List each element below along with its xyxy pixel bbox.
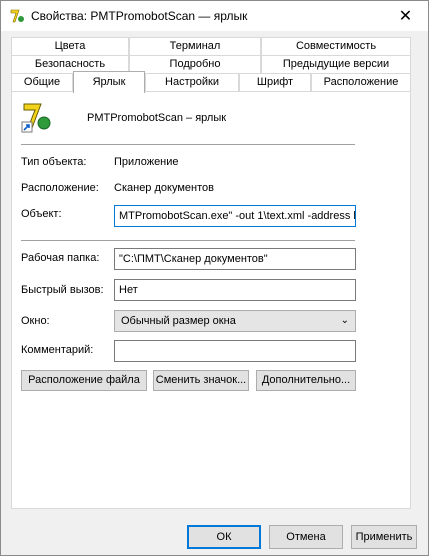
hotkey-input[interactable]: Нет <box>114 279 356 301</box>
tab-font[interactable]: Шрифт <box>239 73 311 91</box>
change-icon-button[interactable]: Сменить значок... <box>153 370 249 391</box>
divider <box>21 240 355 241</box>
tab-general[interactable]: Общие <box>11 73 73 91</box>
shortcut-name: PMTPromobotScan – ярлык <box>87 112 227 124</box>
type-label: Тип объекта: <box>21 156 87 168</box>
window-title: Свойства: PMTPromobotScan — ярлык <box>31 9 248 23</box>
location-value: Сканер документов <box>114 182 214 194</box>
properties-dialog: Свойства: PMTPromobotScan — ярлык ✕ Цвет… <box>0 0 429 556</box>
chevron-down-icon: ⌄ <box>340 315 349 326</box>
hotkey-label: Быстрый вызов: <box>21 284 104 296</box>
tab-shortcut[interactable]: Ярлык <box>73 71 145 93</box>
tab-previous-versions[interactable]: Предыдущие версии <box>261 55 411 73</box>
tab-terminal[interactable]: Терминал <box>129 37 261 55</box>
location-label: Расположение: <box>21 182 99 194</box>
apply-button[interactable]: Применить <box>351 525 417 549</box>
comment-label: Комментарий: <box>21 344 94 356</box>
tab-compatibility[interactable]: Совместимость <box>261 37 411 55</box>
window-mode-label: Окно: <box>21 315 50 327</box>
window-mode-select[interactable]: Обычный размер окна ⌄ <box>114 310 356 332</box>
close-button[interactable]: ✕ <box>383 1 428 31</box>
workdir-label: Рабочая папка: <box>21 252 100 264</box>
title-bar[interactable]: Свойства: PMTPromobotScan — ярлык ✕ <box>1 1 428 31</box>
comment-input[interactable] <box>114 340 356 362</box>
app-icon <box>10 9 24 23</box>
divider <box>21 144 355 145</box>
shortcut-app-icon <box>21 103 51 133</box>
tab-details[interactable]: Подробно <box>129 55 261 73</box>
open-file-location-button[interactable]: Расположение файла <box>21 370 147 391</box>
ok-button[interactable]: ОК <box>187 525 261 549</box>
workdir-input[interactable]: "C:\ПМТ\Сканер документов" <box>114 248 356 270</box>
target-label: Объект: <box>21 208 62 220</box>
tab-options[interactable]: Настройки <box>145 73 239 91</box>
advanced-button[interactable]: Дополнительно... <box>256 370 356 391</box>
type-value: Приложение <box>114 156 179 168</box>
target-input[interactable]: MTPromobotScan.exe" -out 1\text.xml -add… <box>114 205 356 227</box>
window-mode-value: Обычный размер окна <box>121 315 236 327</box>
close-icon: ✕ <box>398 8 413 25</box>
tab-colors[interactable]: Цвета <box>11 37 129 55</box>
tab-layout[interactable]: Расположение <box>311 73 411 91</box>
cancel-button[interactable]: Отмена <box>269 525 343 549</box>
